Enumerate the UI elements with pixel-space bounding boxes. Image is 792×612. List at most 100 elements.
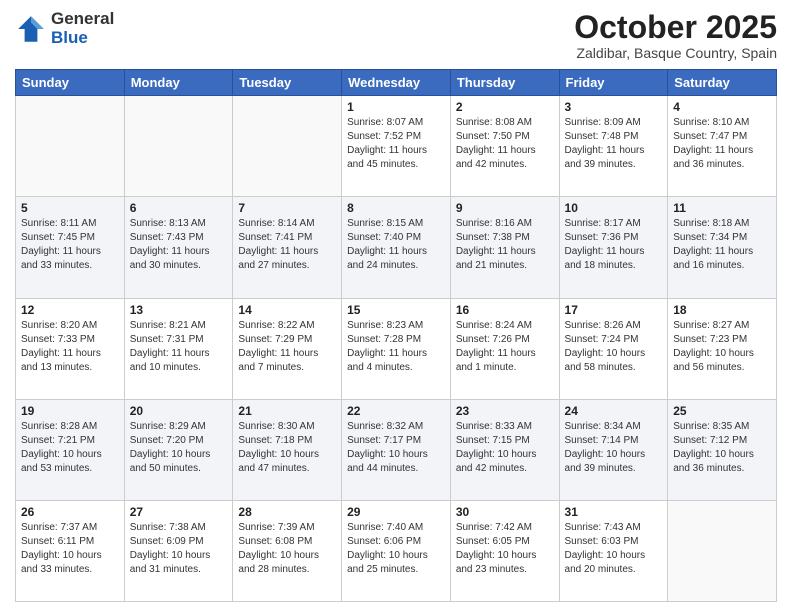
- calendar-cell: 25Sunrise: 8:35 AM Sunset: 7:12 PM Dayli…: [668, 399, 777, 500]
- calendar-cell: 11 Sunrise: 8:18 AM Sunset: 7:34 PM Dayli…: [668, 197, 777, 298]
- logo-text: General Blue: [51, 10, 114, 47]
- day-number: 10: [565, 201, 663, 215]
- day-number: 18: [673, 303, 771, 317]
- header: General Blue October 2025 Zaldibar, Basq…: [15, 10, 777, 61]
- calendar-cell: 31 Sunrise: 7:43 AM Sunset: 6:03 PM Dayli…: [559, 500, 668, 601]
- calendar-cell: 21 Sunrise: 8:30 AM Sunset: 7:18 PM Dayli…: [233, 399, 342, 500]
- location: Zaldibar, Basque Country, Spain: [574, 45, 777, 61]
- day-number: 4: [673, 100, 771, 114]
- day-number: 25: [673, 404, 771, 418]
- calendar-cell: 26Sunrise: 7:37 AM Sunset: 6:11 PM Dayli…: [16, 500, 125, 601]
- day-number: 13: [130, 303, 228, 317]
- day-number: 12: [21, 303, 119, 317]
- calendar-cell: 3 Sunrise: 8:09 AM Sunset: 7:48 PM Daylig…: [559, 96, 668, 197]
- day-info: Sunrise: 7:39 AM Sunset: 6:08 PM Dayligh…: [238, 521, 336, 577]
- calendar-cell: 9 Sunrise: 8:16 AM Sunset: 7:38 PM Daylig…: [450, 197, 559, 298]
- day-number: 17: [565, 303, 663, 317]
- calendar-cell: 30 Sunrise: 7:42 AM Sunset: 6:05 PM Dayli…: [450, 500, 559, 601]
- calendar-cell: 17 Sunrise: 8:26 AM Sunset: 7:24 PM Dayli…: [559, 298, 668, 399]
- calendar-cell: 29 Sunrise: 7:40 AM Sunset: 6:06 PM Dayli…: [342, 500, 451, 601]
- day-number: 19: [21, 404, 119, 418]
- day-info: Sunrise: 8:23 AM Sunset: 7:28 PM Dayligh…: [347, 319, 445, 375]
- day-number: 26: [21, 505, 119, 519]
- calendar-header: SundayMondayTuesdayWednesdayThursdayFrid…: [16, 70, 777, 96]
- day-info: Sunrise: 8:32 AM Sunset: 7:17 PM Dayligh…: [347, 420, 445, 476]
- day-number: 29: [347, 505, 445, 519]
- day-number: 1: [347, 100, 445, 114]
- day-number: 21: [238, 404, 336, 418]
- day-info: Sunrise: 8:17 AM Sunset: 7:36 PM Dayligh…: [565, 217, 663, 273]
- day-info: Sunrise: 8:11 AM Sunset: 7:45 PM Dayligh…: [21, 217, 119, 273]
- day-info: Sunrise: 8:30 AM Sunset: 7:18 PM Dayligh…: [238, 420, 336, 476]
- calendar-cell: 23 Sunrise: 8:33 AM Sunset: 7:15 PM Dayli…: [450, 399, 559, 500]
- day-number: 14: [238, 303, 336, 317]
- logo: General Blue: [15, 10, 114, 47]
- week-row: 12 Sunrise: 8:20 AM Sunset: 7:33 PM Dayli…: [16, 298, 777, 399]
- calendar-cell: 10 Sunrise: 8:17 AM Sunset: 7:36 PM Dayli…: [559, 197, 668, 298]
- day-number: 20: [130, 404, 228, 418]
- day-number: 28: [238, 505, 336, 519]
- calendar-cell: 24Sunrise: 8:34 AM Sunset: 7:14 PM Dayli…: [559, 399, 668, 500]
- calendar-cell: [16, 96, 125, 197]
- day-number: 27: [130, 505, 228, 519]
- title-block: October 2025 Zaldibar, Basque Country, S…: [574, 10, 777, 61]
- day-number: 23: [456, 404, 554, 418]
- day-info: Sunrise: 8:22 AM Sunset: 7:29 PM Dayligh…: [238, 319, 336, 375]
- calendar-cell: 6 Sunrise: 8:13 AM Sunset: 7:43 PM Daylig…: [124, 197, 233, 298]
- day-info: Sunrise: 8:26 AM Sunset: 7:24 PM Dayligh…: [565, 319, 663, 375]
- day-number: 8: [347, 201, 445, 215]
- day-info: Sunrise: 7:43 AM Sunset: 6:03 PM Dayligh…: [565, 521, 663, 577]
- calendar-cell: 12 Sunrise: 8:20 AM Sunset: 7:33 PM Dayli…: [16, 298, 125, 399]
- logo-blue: Blue: [51, 29, 114, 48]
- day-info: Sunrise: 8:29 AM Sunset: 7:20 PM Dayligh…: [130, 420, 228, 476]
- calendar-cell: 2 Sunrise: 8:08 AM Sunset: 7:50 PM Daylig…: [450, 96, 559, 197]
- day-info: Sunrise: 8:13 AM Sunset: 7:43 PM Dayligh…: [130, 217, 228, 273]
- day-header-tuesday: Tuesday: [233, 70, 342, 96]
- day-info: Sunrise: 7:42 AM Sunset: 6:05 PM Dayligh…: [456, 521, 554, 577]
- day-info: Sunrise: 8:09 AM Sunset: 7:48 PM Dayligh…: [565, 116, 663, 172]
- week-row: 19 Sunrise: 8:28 AM Sunset: 7:21 PM Dayli…: [16, 399, 777, 500]
- day-number: 24: [565, 404, 663, 418]
- page: General Blue October 2025 Zaldibar, Basq…: [0, 0, 792, 612]
- day-number: 6: [130, 201, 228, 215]
- calendar-cell: [233, 96, 342, 197]
- day-info: Sunrise: 7:40 AM Sunset: 6:06 PM Dayligh…: [347, 521, 445, 577]
- calendar-cell: 20 Sunrise: 8:29 AM Sunset: 7:20 PM Dayli…: [124, 399, 233, 500]
- day-number: 15: [347, 303, 445, 317]
- day-info: Sunrise: 8:15 AM Sunset: 7:40 PM Dayligh…: [347, 217, 445, 273]
- calendar-cell: 7Sunrise: 8:14 AM Sunset: 7:41 PM Daylig…: [233, 197, 342, 298]
- day-info: Sunrise: 8:28 AM Sunset: 7:21 PM Dayligh…: [21, 420, 119, 476]
- day-number: 3: [565, 100, 663, 114]
- day-info: Sunrise: 8:16 AM Sunset: 7:38 PM Dayligh…: [456, 217, 554, 273]
- day-number: 11: [673, 201, 771, 215]
- day-number: 31: [565, 505, 663, 519]
- calendar-cell: 18 Sunrise: 8:27 AM Sunset: 7:23 PM Dayli…: [668, 298, 777, 399]
- day-info: Sunrise: 8:24 AM Sunset: 7:26 PM Dayligh…: [456, 319, 554, 375]
- day-number: 5: [21, 201, 119, 215]
- day-number: 9: [456, 201, 554, 215]
- day-info: Sunrise: 8:33 AM Sunset: 7:15 PM Dayligh…: [456, 420, 554, 476]
- logo-general: General: [51, 10, 114, 29]
- header-row: SundayMondayTuesdayWednesdayThursdayFrid…: [16, 70, 777, 96]
- day-number: 22: [347, 404, 445, 418]
- day-number: 30: [456, 505, 554, 519]
- calendar-cell: 22 Sunrise: 8:32 AM Sunset: 7:17 PM Dayli…: [342, 399, 451, 500]
- week-row: 1 Sunrise: 8:07 AM Sunset: 7:52 PM Daylig…: [16, 96, 777, 197]
- calendar-cell: 28 Sunrise: 7:39 AM Sunset: 6:08 PM Dayli…: [233, 500, 342, 601]
- day-header-monday: Monday: [124, 70, 233, 96]
- calendar-cell: 4Sunrise: 8:10 AM Sunset: 7:47 PM Daylig…: [668, 96, 777, 197]
- day-header-sunday: Sunday: [16, 70, 125, 96]
- day-info: Sunrise: 8:08 AM Sunset: 7:50 PM Dayligh…: [456, 116, 554, 172]
- day-number: 2: [456, 100, 554, 114]
- calendar-cell: 14 Sunrise: 8:22 AM Sunset: 7:29 PM Dayli…: [233, 298, 342, 399]
- month-title: October 2025: [574, 10, 777, 45]
- day-info: Sunrise: 8:07 AM Sunset: 7:52 PM Dayligh…: [347, 116, 445, 172]
- day-header-wednesday: Wednesday: [342, 70, 451, 96]
- day-info: Sunrise: 8:14 AM Sunset: 7:41 PM Dayligh…: [238, 217, 336, 273]
- calendar: SundayMondayTuesdayWednesdayThursdayFrid…: [15, 69, 777, 602]
- calendar-cell: 1 Sunrise: 8:07 AM Sunset: 7:52 PM Daylig…: [342, 96, 451, 197]
- day-info: Sunrise: 8:20 AM Sunset: 7:33 PM Dayligh…: [21, 319, 119, 375]
- calendar-cell: 5 Sunrise: 8:11 AM Sunset: 7:45 PM Daylig…: [16, 197, 125, 298]
- day-info: Sunrise: 8:27 AM Sunset: 7:23 PM Dayligh…: [673, 319, 771, 375]
- day-info: Sunrise: 8:18 AM Sunset: 7:34 PM Dayligh…: [673, 217, 771, 273]
